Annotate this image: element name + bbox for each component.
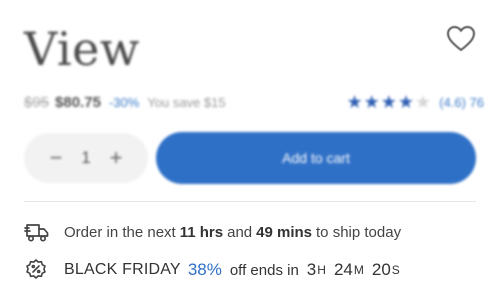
countdown-minutes-unit: M — [353, 263, 364, 277]
product-rating[interactable]: ★ ★ ★ ★ ★ (4.6) 76 — [346, 93, 484, 111]
countdown-hours-unit: H — [317, 263, 326, 277]
increase-quantity-button[interactable]: + — [106, 147, 126, 169]
original-price: $95 — [24, 93, 50, 111]
delivery-truck-icon — [24, 224, 49, 242]
star-filled-icon: ★ — [346, 92, 363, 112]
shipping-minutes: 49 mins — [256, 223, 313, 241]
quantity-stepper: − 1 + — [24, 133, 148, 183]
countdown-minutes: 24 — [333, 260, 353, 279]
discount-badge: -30% — [108, 94, 140, 110]
shipping-hours: 11 hrs — [179, 223, 224, 241]
star-filled-icon: ★ — [397, 92, 415, 112]
savings-text: You save $15 — [147, 94, 226, 110]
add-to-cart-button[interactable]: Add to cart — [156, 132, 476, 184]
countdown-seconds: 20 — [371, 260, 391, 279]
shipping-suffix: to ship today — [316, 223, 402, 241]
discount-badge-icon — [26, 259, 46, 279]
star-filled-icon: ★ — [380, 92, 397, 112]
quantity-value: 1 — [81, 148, 91, 167]
price-row: $95 $80.75 -30% You save $15 ★ ★ ★ ★ ★ (4.6)… — [24, 92, 484, 112]
product-title: View — [24, 22, 140, 76]
countdown-seconds-unit: S — [391, 263, 400, 277]
rating-stars: ★ ★ ★ ★ ★ — [346, 93, 431, 111]
star-filled-icon: ★ — [363, 92, 380, 112]
promo-countdown: BLACK FRIDAY 38% off ends in 3 H 24 M 20… — [24, 257, 400, 283]
section-divider — [24, 201, 476, 202]
promo-percent: 38% — [187, 260, 222, 279]
shipping-notice: Order in the next 11 hrs and 49 mins to … — [24, 220, 405, 244]
heart-icon — [447, 26, 475, 51]
promo-text: off ends in — [229, 261, 299, 279]
rating-summary[interactable]: (4.6) 76 — [439, 95, 484, 110]
decrease-quantity-button[interactable]: − — [46, 147, 66, 169]
countdown-hours: 3 — [306, 260, 317, 279]
star-empty-icon: ★ — [415, 92, 432, 112]
sale-price: $80.75 — [55, 93, 101, 111]
promo-label: BLACK FRIDAY — [64, 261, 181, 278]
shipping-prefix: Order in the next — [64, 223, 176, 241]
shipping-and: and — [227, 223, 253, 241]
wishlist-button[interactable] — [444, 22, 478, 56]
